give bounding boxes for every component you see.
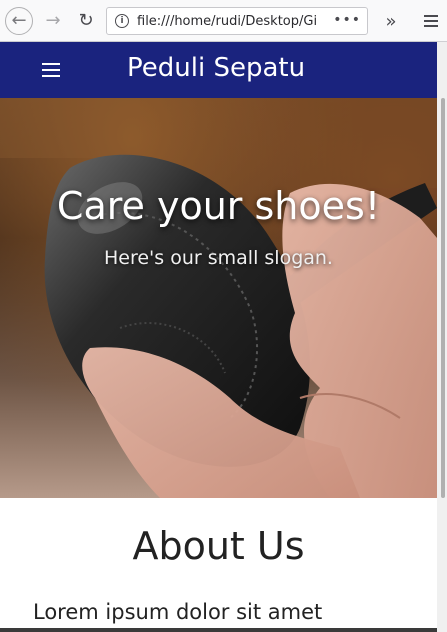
hero-title: Care your shoes!: [56, 184, 381, 228]
hero-shoe-image: [0, 98, 437, 498]
hero-slogan: Here's our small slogan.: [104, 247, 333, 269]
forward-arrow-icon[interactable]: →: [39, 7, 67, 35]
page-actions-icon[interactable]: •••: [333, 12, 361, 28]
browser-menu-icon[interactable]: [418, 7, 444, 35]
info-icon[interactable]: i: [115, 14, 129, 28]
about-subheading: Lorem ipsum dolor sit amet: [33, 600, 323, 624]
url-text[interactable]: file:///home/rudi/Desktop/Gi: [137, 14, 337, 29]
app-header: Peduli Sepatu: [0, 42, 437, 98]
browser-toolbar: ← → ↻ i file:///home/rudi/Desktop/Gi •••…: [0, 0, 447, 42]
hamburger-menu-icon[interactable]: [42, 63, 60, 77]
hero-banner: Care your shoes! Here's our small slogan…: [0, 98, 437, 498]
back-arrow-icon[interactable]: ←: [5, 7, 33, 35]
bottom-image-strip: [0, 628, 437, 632]
app-title[interactable]: Peduli Sepatu: [127, 53, 305, 83]
about-heading: About Us: [132, 524, 305, 568]
url-bar[interactable]: i file:///home/rudi/Desktop/Gi •••: [106, 7, 368, 35]
overflow-chevron-icon[interactable]: »: [378, 7, 404, 35]
scrollbar-thumb[interactable]: [441, 98, 445, 498]
reload-icon[interactable]: ↻: [72, 7, 100, 35]
